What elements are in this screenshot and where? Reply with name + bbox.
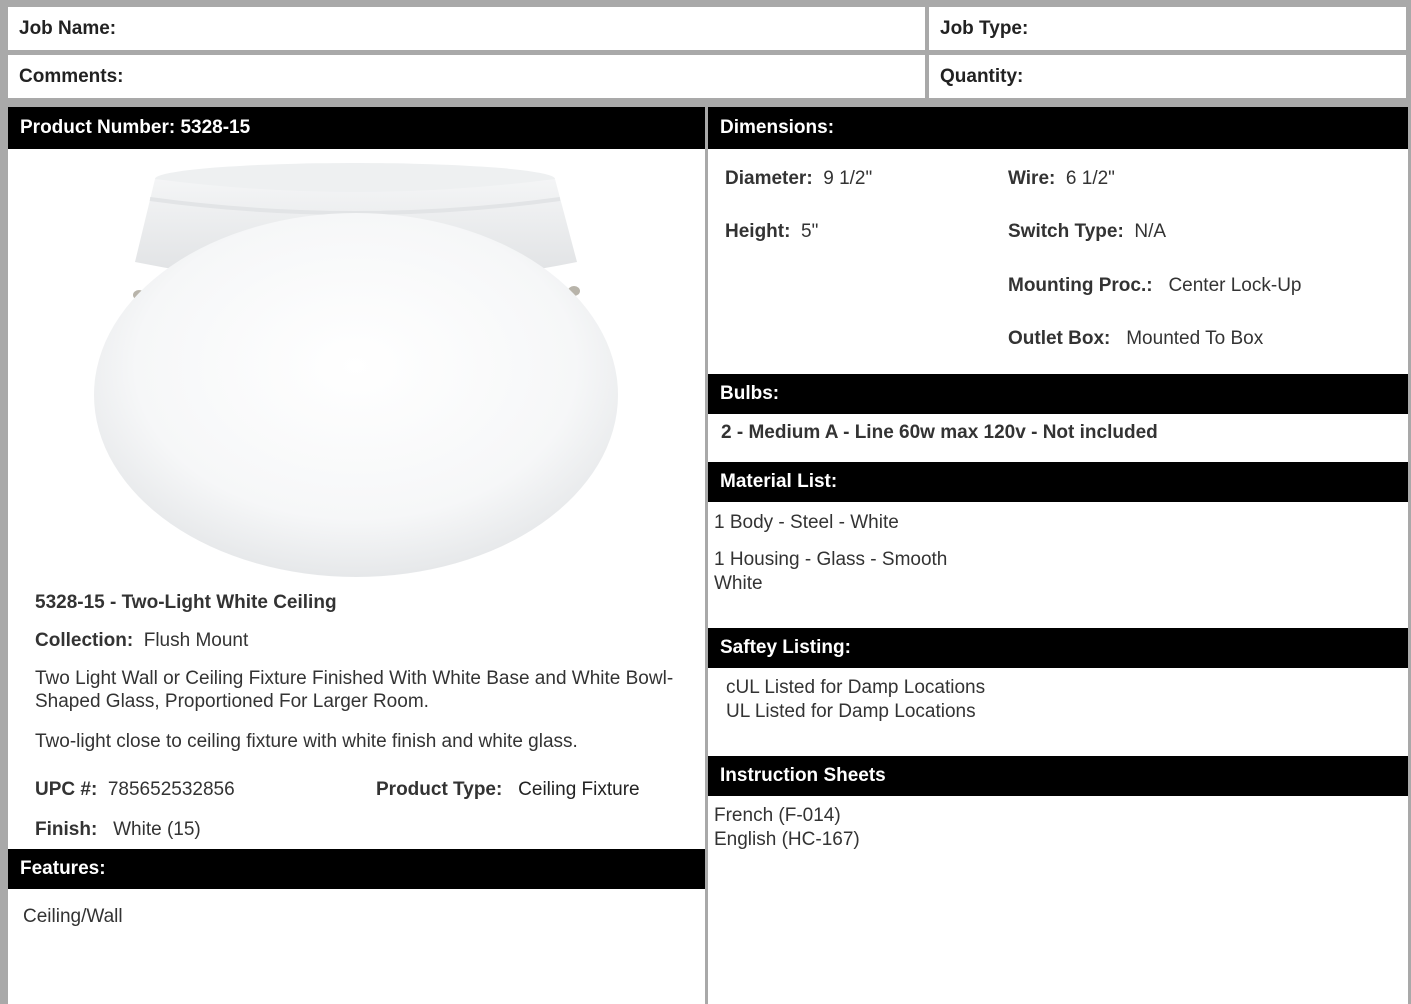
- material-item: 1 Body - Steel - White: [714, 512, 899, 533]
- switch-type-label: Switch Type:: [1008, 221, 1124, 242]
- safety-item: cUL Listed for Damp Locations: [726, 677, 986, 698]
- height-label: Height:: [725, 221, 791, 242]
- job-name-field[interactable]: Job Name:: [8, 7, 925, 50]
- fixture-image: [94, 163, 618, 577]
- wire-row: Wire: 6 1/2": [1008, 167, 1115, 190]
- upc-row: UPC #: 785652532856: [35, 778, 235, 801]
- product-description: Two Light Wall or Ceiling Fixture Finish…: [35, 668, 674, 712]
- job-type-field[interactable]: Job Type:: [929, 7, 1406, 50]
- diameter-label: Diameter:: [725, 168, 813, 189]
- mounting-label: Mounting Proc.:: [1008, 275, 1153, 296]
- product-number-header: Product Number: 5328-15: [8, 107, 705, 149]
- wire-label: Wire:: [1008, 168, 1056, 189]
- bulbs-text: 2 - Medium A - Line 60w max 120v - Not i…: [721, 422, 1158, 443]
- height-row: Height: 5": [725, 220, 818, 243]
- safety-listing-header: Saftey Listing:: [708, 628, 1408, 668]
- height-value: 5": [801, 221, 819, 242]
- specifications-panel: Dimensions: Diameter: 9 1/2" Height: 5" …: [708, 107, 1408, 1004]
- instruction-sheet-link[interactable]: French (F-014): [714, 804, 841, 827]
- material-list-header: Material List:: [708, 462, 1408, 502]
- job-type-label: Job Type:: [940, 17, 1029, 39]
- comments-label: Comments:: [19, 65, 124, 87]
- product-type-value: Ceiling Fixture: [518, 779, 640, 800]
- dimensions-header: Dimensions:: [708, 107, 1408, 149]
- quantity-label: Quantity:: [940, 65, 1024, 87]
- diameter-row: Diameter: 9 1/2": [725, 167, 872, 190]
- job-info-table: Job Name: Job Type: Comments: Quantity:: [0, 0, 1411, 102]
- outlet-box-value: Mounted To Box: [1126, 328, 1264, 349]
- collection-label: Collection:: [35, 630, 134, 651]
- upc-value: 785652532856: [107, 779, 235, 800]
- switch-type-value: N/A: [1134, 221, 1167, 242]
- switch-type-row: Switch Type: N/A: [1008, 220, 1166, 243]
- collection-row: Collection: Flush Mount: [35, 629, 248, 652]
- outlet-box-label: Outlet Box:: [1008, 328, 1111, 349]
- spec-sheet: Product Number: 5328-15 5328-15 - Two-Li…: [0, 102, 1411, 1004]
- mounting-row: Mounting Proc.: Center Lock-Up: [1008, 274, 1302, 297]
- instruction-sheet-link[interactable]: English (HC-167): [714, 828, 860, 851]
- material-item: White: [714, 573, 763, 594]
- product-type-row: Product Type: Ceiling Fixture: [376, 778, 640, 801]
- mounting-value: Center Lock-Up: [1168, 275, 1302, 296]
- comments-field[interactable]: Comments:: [8, 55, 925, 98]
- features-text: Ceiling/Wall: [23, 906, 123, 927]
- wire-value: 6 1/2": [1065, 168, 1115, 189]
- quantity-field[interactable]: Quantity:: [929, 55, 1406, 98]
- finish-row: Finish: White (15): [35, 818, 201, 841]
- instruction-sheets-header: Instruction Sheets: [708, 756, 1408, 796]
- outlet-box-row: Outlet Box: Mounted To Box: [1008, 327, 1263, 350]
- diameter-value: 9 1/2": [823, 168, 873, 189]
- product-type-label: Product Type:: [376, 779, 503, 800]
- features-header: Features:: [8, 849, 705, 889]
- product-title: 5328-15 - Two-Light White Ceiling: [35, 592, 337, 613]
- safety-item: UL Listed for Damp Locations: [726, 701, 976, 722]
- bulbs-header: Bulbs:: [708, 374, 1408, 414]
- job-name-label: Job Name:: [19, 17, 117, 39]
- collection-value: Flush Mount: [143, 630, 249, 651]
- finish-label: Finish:: [35, 819, 98, 840]
- upc-label: UPC #:: [35, 779, 98, 800]
- product-summary: Two-light close to ceiling fixture with …: [35, 731, 578, 752]
- finish-value: White (15): [113, 819, 201, 840]
- product-panel: Product Number: 5328-15 5328-15 - Two-Li…: [8, 107, 705, 1004]
- material-item: 1 Housing - Glass - Smooth: [714, 549, 948, 570]
